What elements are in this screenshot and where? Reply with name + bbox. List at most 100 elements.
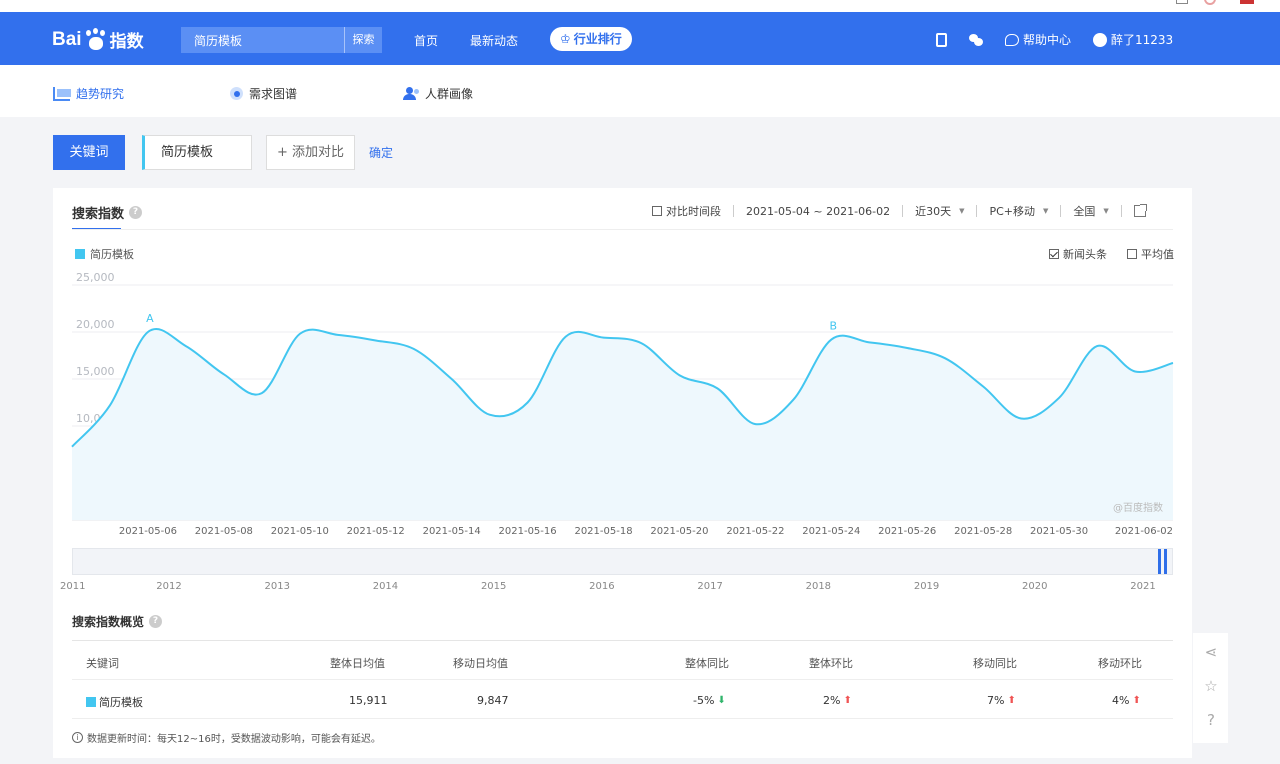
help-chat-icon xyxy=(1005,33,1019,46)
col-header-mobile-mom: 移动环比 xyxy=(1098,657,1142,670)
data-point xyxy=(223,373,225,375)
tab-crowd-portrait[interactable]: 人群画像 xyxy=(403,85,473,102)
row-overall-yoy: -5% ⬇ xyxy=(693,694,726,707)
search-index-card: 搜索指数 ? 对比时间段 2021-05-04 ~ 2021-06-02 近30… xyxy=(53,188,1192,758)
timeline-year-label: 2017 xyxy=(697,581,722,592)
keyword-swatch xyxy=(86,697,96,707)
keyword-tag[interactable]: 简历模板 xyxy=(142,135,252,170)
search-input[interactable] xyxy=(181,27,344,53)
data-point xyxy=(450,378,452,380)
rank-badge-icon: ♔ xyxy=(560,32,571,46)
mobile-yoy-value: 7% xyxy=(987,694,1005,707)
table-divider xyxy=(72,718,1173,719)
row-overall-daily: 15,911 xyxy=(349,694,388,707)
nav-rank-button[interactable]: ♔ 行业排行 xyxy=(550,27,632,51)
col-header-mobile-yoy: 移动同比 xyxy=(973,657,1017,670)
timeline-year-label: 2016 xyxy=(589,581,614,592)
data-point xyxy=(299,333,301,335)
data-point xyxy=(261,392,263,394)
data-point xyxy=(1172,362,1174,364)
nav-home[interactable]: 首页 xyxy=(414,32,438,49)
data-point xyxy=(792,398,794,400)
data-point xyxy=(716,387,718,389)
tab-label: 需求图谱 xyxy=(249,87,298,101)
chart-annotation: A xyxy=(146,312,154,325)
confirm-button[interactable]: 确定 xyxy=(369,144,393,161)
x-tick-label: 2021-05-06 xyxy=(119,526,177,537)
row-mobile-daily: 9,847 xyxy=(477,694,509,707)
user-avatar-icon xyxy=(1093,32,1108,47)
data-point xyxy=(868,341,870,343)
overview-title: 搜索指数概览 ? xyxy=(72,613,163,630)
trend-chart-icon xyxy=(53,86,71,101)
col-header-keyword: 关键词 xyxy=(86,657,119,670)
extension-icon[interactable] xyxy=(1176,0,1188,4)
row-keyword: 简历模板 xyxy=(86,694,143,710)
arrow-up-icon: ⬆ xyxy=(843,695,852,706)
x-tick-label: 2021-05-30 xyxy=(1030,526,1088,537)
x-tick-label: 2021-05-24 xyxy=(802,526,860,537)
timeline-handle[interactable] xyxy=(1158,549,1167,574)
tablet-icon xyxy=(936,32,947,47)
top-header: Bai 指数 探索 首页 最新动态 ♔ 行业排行 帮助中心 xyxy=(0,12,1280,65)
timeline-year-label: 2019 xyxy=(914,581,939,592)
x-tick-label: 2021-05-10 xyxy=(271,526,329,537)
data-point xyxy=(109,404,111,406)
data-point xyxy=(337,334,339,336)
series-area xyxy=(72,328,1173,520)
data-point xyxy=(640,342,642,344)
question-icon[interactable]: ? xyxy=(149,615,163,628)
logo-text-zhi: 指数 xyxy=(109,32,144,52)
data-point xyxy=(678,374,680,376)
demand-graph-icon xyxy=(230,87,243,100)
header-right: 帮助中心 醉了11233 xyxy=(936,31,1195,48)
add-compare-button[interactable]: + 添加对比 xyxy=(266,135,355,170)
col-header-overall-mom: 整体环比 xyxy=(809,657,853,670)
x-tick-label: 2021-05-26 xyxy=(878,526,936,537)
mobile-app-link[interactable] xyxy=(936,32,947,47)
tab-trend-research[interactable]: 趋势研究 xyxy=(53,85,124,102)
user-menu[interactable]: 醉了11233 xyxy=(1093,31,1173,48)
star-icon[interactable]: ☆ xyxy=(1202,677,1220,695)
x-tick-label: 2021-05-22 xyxy=(726,526,784,537)
module-tabs: 趋势研究 需求图谱 人群画像 xyxy=(0,65,1280,117)
baidu-index-logo[interactable]: Bai 指数 xyxy=(52,27,144,52)
tab-demand-graph[interactable]: 需求图谱 xyxy=(230,85,297,102)
help-icon[interactable]: ? xyxy=(1202,711,1220,729)
x-tick-label: 2021-05-28 xyxy=(954,526,1012,537)
data-point xyxy=(1020,417,1022,419)
wechat-link[interactable] xyxy=(969,33,983,46)
baidu-paw-icon xyxy=(83,27,109,52)
extension-icon[interactable] xyxy=(1240,0,1254,4)
profile-icon[interactable] xyxy=(1204,0,1216,5)
tab-label: 人群画像 xyxy=(425,87,474,101)
data-point xyxy=(185,345,187,347)
help-center-link[interactable]: 帮助中心 xyxy=(1005,31,1071,48)
data-point xyxy=(754,423,756,425)
col-header-overall-daily: 整体日均值 xyxy=(330,657,385,670)
table-divider xyxy=(72,679,1173,680)
search-index-chart[interactable]: 5,00010,00015,00020,00025,000AB2021-05-0… xyxy=(53,188,1192,608)
data-point xyxy=(375,339,377,341)
header-search: 探索 xyxy=(181,27,382,53)
data-point xyxy=(71,445,73,447)
nav-news[interactable]: 最新动态 xyxy=(470,32,518,49)
timeline-year-label: 2011 xyxy=(60,581,85,592)
share-icon[interactable]: ⋖ xyxy=(1202,643,1220,661)
help-center-label: 帮助中心 xyxy=(1023,33,1072,47)
data-point xyxy=(906,347,908,349)
chart-annotation: B xyxy=(830,320,838,333)
search-button[interactable]: 探索 xyxy=(344,27,382,53)
timeline-year-label: 2014 xyxy=(373,581,398,592)
col-header-overall-yoy: 整体同比 xyxy=(685,657,729,670)
update-note-text: 数据更新时间：每天12~16时，受数据波动影响，可能会有延迟。 xyxy=(87,734,381,745)
timeline-year-label: 2012 xyxy=(156,581,181,592)
browser-top-sliver xyxy=(0,0,1280,12)
data-point xyxy=(526,401,528,403)
timeline-slider[interactable] xyxy=(72,548,1173,575)
data-point xyxy=(944,357,946,359)
y-tick-label: 25,000 xyxy=(76,271,115,284)
data-point xyxy=(147,331,149,333)
overall-mom-value: 2% xyxy=(823,694,841,707)
logo-text-bai: Bai xyxy=(52,28,82,50)
